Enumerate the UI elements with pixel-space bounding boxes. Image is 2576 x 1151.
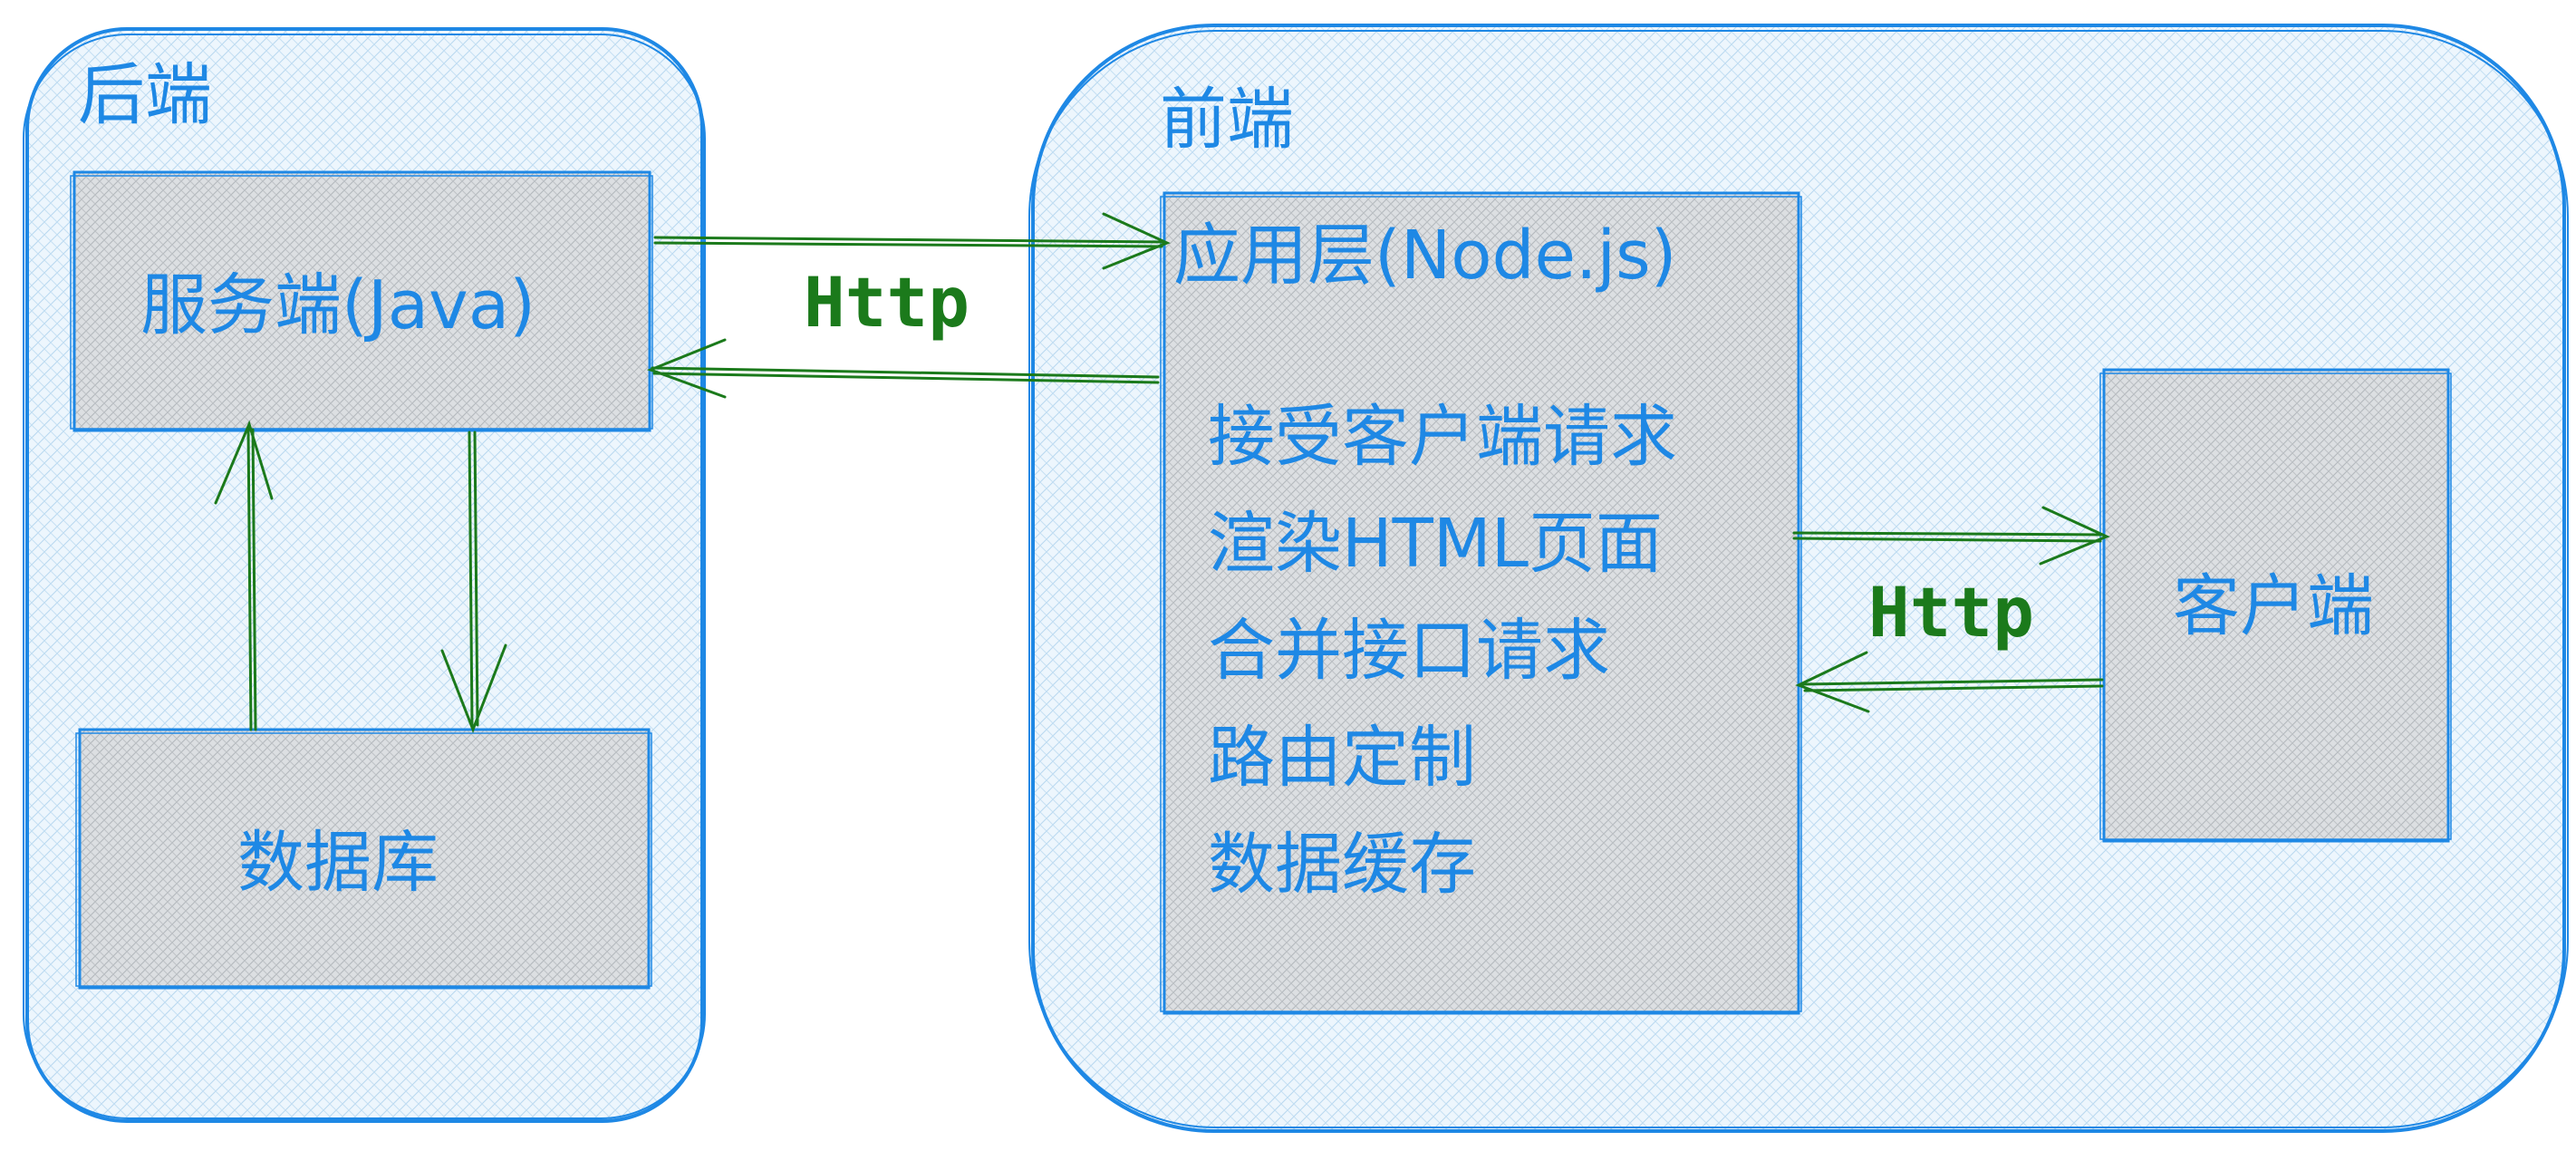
http-label-frontend-client: Http bbox=[1868, 572, 2035, 653]
frontend-title: 前端 bbox=[1160, 81, 1294, 159]
app-layer-item: 数据缓存 bbox=[1208, 826, 1476, 904]
app-layer-item: 路由定制 bbox=[1208, 719, 1476, 797]
architecture-diagram: 后端 服务端(Java) 数据库 前端 应用层(Node.js) 接受客户端请求… bbox=[0, 0, 2576, 1151]
app-layer-item: 渲染HTML页面 bbox=[1208, 505, 1663, 583]
server-label: 服务端(Java) bbox=[140, 266, 536, 344]
client-label: 客户端 bbox=[2173, 567, 2374, 645]
database-label: 数据库 bbox=[237, 824, 439, 902]
backend-title: 后端 bbox=[78, 56, 212, 134]
app-layer-item: 合并接口请求 bbox=[1208, 612, 1610, 690]
http-label-backend-frontend: Http bbox=[804, 262, 970, 343]
app-layer-title: 应用层(Node.js) bbox=[1173, 217, 1677, 295]
app-layer-item: 接受客户端请求 bbox=[1208, 398, 1677, 476]
